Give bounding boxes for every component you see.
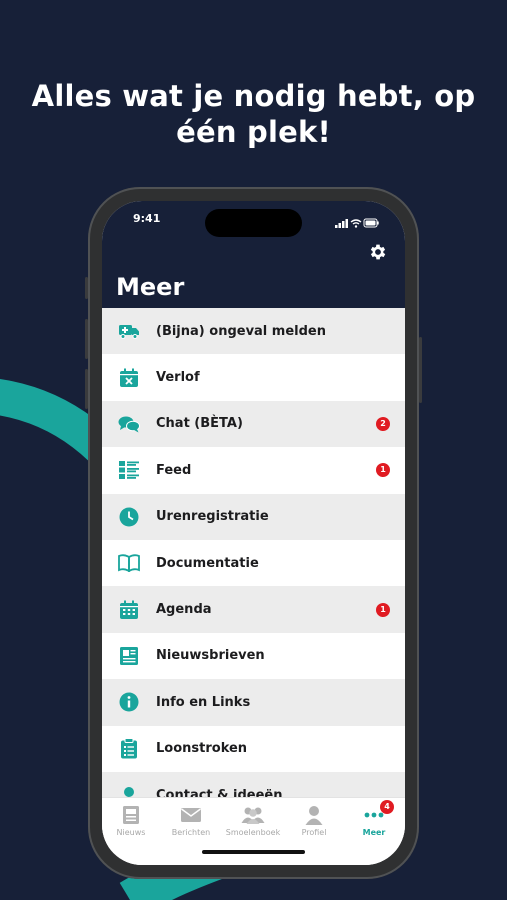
menu-item-nieuwsbrieven[interactable]: Nieuwsbrieven (102, 632, 405, 680)
tab-bar: Nieuws Berichten Smoelenboek Profiel Mee… (102, 797, 405, 865)
ambulance-icon (118, 320, 140, 342)
status-time: 9:41 (133, 212, 161, 225)
menu-item-label: Documentatie (156, 555, 259, 571)
wifi-icon (350, 219, 362, 228)
page-title: Meer (116, 273, 185, 301)
book-icon (118, 552, 140, 574)
phone-frame: 9:41 Meer (Bijna) ongeval melden Verlof … (85, 187, 422, 879)
menu-item-label: Loonstroken (156, 741, 248, 757)
tab-nieuws[interactable]: Nieuws (102, 804, 161, 837)
chat-bubbles-icon (118, 413, 140, 435)
menu-item-urenregistratie[interactable]: Urenregistratie (102, 493, 405, 540)
menu-list: (Bijna) ongeval melden Verlof Chat (BÈTA… (102, 308, 405, 819)
tab-label: Meer (362, 828, 386, 837)
dynamic-island (205, 209, 302, 237)
settings-gear-icon[interactable] (368, 242, 388, 262)
calendar-x-icon (118, 367, 140, 389)
signal-icon (335, 219, 348, 228)
clipboard-icon (118, 738, 140, 760)
headline: Alles wat je nodig hebt, op één plek! (0, 78, 507, 150)
menu-item-label: Info en Links (156, 694, 251, 710)
menu-item-agenda[interactable]: Agenda 1 (102, 586, 405, 633)
people-icon (223, 804, 283, 826)
menu-item-info-en-links[interactable]: Info en Links (102, 679, 405, 726)
menu-item-chat[interactable]: Chat (BÈTA) 2 (102, 400, 405, 448)
battery-icon (363, 218, 379, 228)
tab-label: Nieuws (116, 828, 146, 837)
tab-berichten[interactable]: Berichten (161, 804, 221, 837)
more-dots-icon (344, 804, 404, 826)
clock-icon (118, 506, 140, 528)
feed-list-icon (118, 459, 140, 481)
tab-label: Smoelenboek (225, 828, 281, 837)
phone-volume-down (85, 369, 88, 409)
newspaper-icon (118, 645, 140, 667)
phone-volume-up (85, 319, 88, 359)
menu-item-verlof[interactable]: Verlof (102, 354, 405, 401)
person-icon (284, 804, 344, 826)
menu-item-ongeval-melden[interactable]: (Bijna) ongeval melden (102, 308, 405, 355)
menu-item-documentatie[interactable]: Documentatie (102, 539, 405, 587)
status-icons (335, 213, 379, 232)
menu-item-label: Urenregistratie (156, 509, 269, 525)
tab-meer[interactable]: Meer 4 (344, 800, 404, 837)
phone-power-button (419, 337, 422, 403)
home-indicator (202, 850, 305, 854)
menu-item-label: Feed (156, 462, 192, 478)
menu-item-label: (Bijna) ongeval melden (156, 323, 326, 339)
news-icon (102, 804, 161, 826)
phone-screen: 9:41 Meer (Bijna) ongeval melden Verlof … (102, 201, 405, 865)
notification-badge: 4 (380, 800, 394, 814)
tab-smoelenboek[interactable]: Smoelenboek (223, 804, 283, 837)
menu-item-label: Nieuwsbrieven (156, 648, 265, 664)
menu-item-label: Chat (BÈTA) (156, 416, 243, 432)
tab-label: Profiel (301, 828, 327, 837)
menu-item-loonstroken[interactable]: Loonstroken (102, 725, 405, 772)
tab-label: Berichten (171, 828, 211, 837)
notification-badge: 1 (376, 463, 390, 478)
menu-item-label: Agenda (156, 602, 212, 618)
tab-profiel[interactable]: Profiel (284, 804, 344, 837)
menu-item-label: Verlof (156, 370, 200, 386)
notification-badge: 1 (376, 602, 390, 617)
phone-silent-switch (85, 277, 88, 299)
mail-icon (161, 804, 221, 826)
headline-line-1: Alles wat je nodig hebt, op (31, 79, 476, 113)
headline-line-2: één plek! (176, 115, 331, 149)
calendar-icon (118, 599, 140, 621)
notification-badge: 2 (376, 416, 390, 431)
info-icon (118, 691, 140, 713)
app-header: 9:41 Meer (102, 201, 405, 308)
menu-item-feed[interactable]: Feed 1 (102, 447, 405, 494)
